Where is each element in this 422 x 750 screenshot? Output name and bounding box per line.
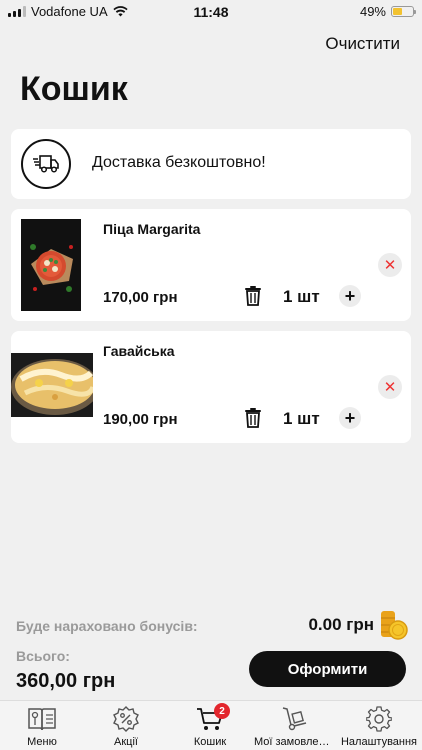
delivery-info-card: Доставка безкоштовно!: [11, 129, 411, 199]
item-name: Гавайська: [103, 343, 175, 359]
increase-quantity-button[interactable]: +: [339, 285, 361, 307]
trash-icon[interactable]: [243, 407, 263, 429]
cart-item: Гавайська 190,00 грн 1 шт + ✕: [11, 331, 411, 443]
tab-settings[interactable]: Налаштування: [336, 701, 422, 750]
discount-badge-icon: [113, 706, 139, 732]
battery-icon: [391, 6, 416, 17]
total-label: Всього:: [16, 648, 70, 664]
pizza-margarita-image: [21, 219, 81, 311]
delivery-truck-icon: [21, 139, 71, 189]
tab-label: Мої замовлення: [254, 736, 336, 748]
item-name: Піца Margarita: [103, 221, 201, 237]
battery-percent: 49%: [359, 4, 386, 19]
page-title: Кошик: [20, 70, 128, 108]
cart-count-badge: 2: [214, 703, 230, 719]
remove-item-button[interactable]: ✕: [378, 375, 402, 399]
trash-icon[interactable]: [243, 285, 263, 307]
tab-my-orders[interactable]: Мої замовлення: [252, 701, 336, 750]
pizza-hawaiian-image: [11, 353, 93, 417]
menu-book-icon: [28, 708, 56, 731]
tab-label: Акції: [114, 736, 138, 748]
hand-truck-icon: [282, 707, 307, 731]
item-price: 170,00 грн: [103, 289, 178, 306]
status-right: 49%: [359, 4, 416, 19]
checkout-button[interactable]: Оформити: [249, 651, 406, 687]
item-price: 190,00 грн: [103, 411, 178, 428]
clear-cart-button[interactable]: Очистити: [325, 34, 400, 54]
tab-label: Налаштування: [340, 736, 418, 748]
battery-fill: [393, 8, 403, 15]
bonus-value: 0.00 грн: [308, 615, 374, 634]
tab-bar: Меню Акції 2 Кошик Мої замовлення Налашт…: [0, 700, 422, 750]
increase-quantity-button[interactable]: +: [339, 407, 361, 429]
tab-menu[interactable]: Меню: [0, 701, 84, 750]
item-quantity: 1 шт: [283, 287, 320, 306]
status-time: 11:48: [193, 4, 229, 20]
tab-cart[interactable]: 2 Кошик: [168, 701, 252, 750]
total-value: 360,00 грн: [16, 670, 116, 692]
bonus-label: Буде нараховано бонусів:: [16, 618, 198, 634]
status-bar: Vodafone UA 11:48 49%: [0, 0, 422, 24]
remove-item-button[interactable]: ✕: [378, 253, 402, 277]
tab-label: Меню: [27, 736, 57, 748]
gear-icon: [366, 706, 392, 732]
cart-item: Піца Margarita 170,00 грн 1 шт + ✕: [11, 209, 411, 321]
tab-promotions[interactable]: Акції: [84, 701, 168, 750]
tab-label: Кошик: [193, 736, 227, 748]
item-quantity: 1 шт: [283, 409, 320, 428]
coins-icon: [380, 609, 408, 641]
delivery-text: Доставка безкоштовно!: [92, 154, 266, 171]
